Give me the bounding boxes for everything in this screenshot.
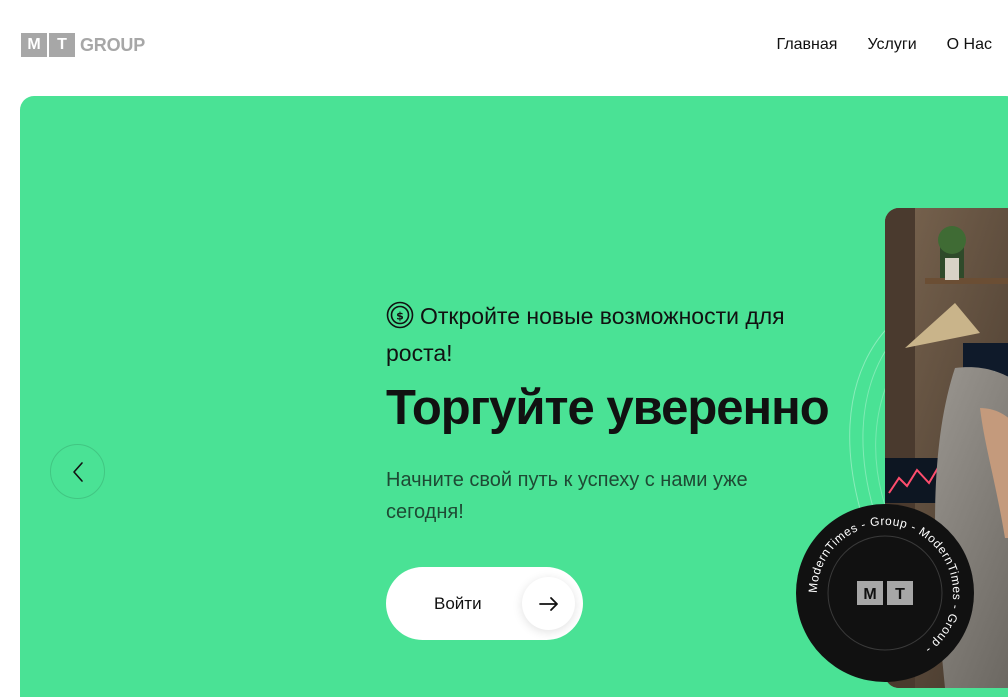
brand-logo[interactable]: M T GROUP — [21, 33, 145, 57]
nav-item-services[interactable]: Услуги — [867, 36, 916, 54]
login-button-label: Войти — [434, 593, 482, 613]
dollar-coin-icon: $ — [386, 301, 414, 337]
svg-text:$: $ — [396, 310, 404, 323]
chevron-left-icon — [72, 461, 83, 482]
hero-tagline-text: Откройте новые возможности для роста! — [386, 303, 785, 366]
nav-item-about[interactable]: О Нас — [947, 36, 992, 54]
site-header: M T GROUP Главная Услуги О Нас — [0, 0, 1008, 92]
nav-item-home[interactable]: Главная — [777, 36, 838, 54]
hero-tagline: $ Откройте новые возможности для роста! — [386, 300, 806, 369]
hero-subtitle: Начните свой путь к успеху с нами уже се… — [386, 469, 748, 523]
logo-letter-t: T — [49, 33, 75, 57]
modern-times-badge: ModernTimes - Group - ModernTimes - Grou… — [796, 504, 974, 682]
badge-letter-t: T — [895, 586, 905, 603]
hero-title: Торгуйте уверенно — [386, 381, 830, 435]
logo-letter-m: M — [21, 33, 47, 57]
arrow-right-icon — [522, 577, 575, 630]
hero-section: $ Откройте новые возможности для роста! … — [20, 96, 1008, 697]
main-nav: Главная Услуги О Нас — [777, 36, 992, 54]
carousel-prev-button[interactable] — [50, 444, 105, 499]
badge-letter-m: M — [863, 586, 876, 603]
logo-text: GROUP — [80, 34, 146, 55]
login-button[interactable]: Войти — [386, 567, 583, 640]
